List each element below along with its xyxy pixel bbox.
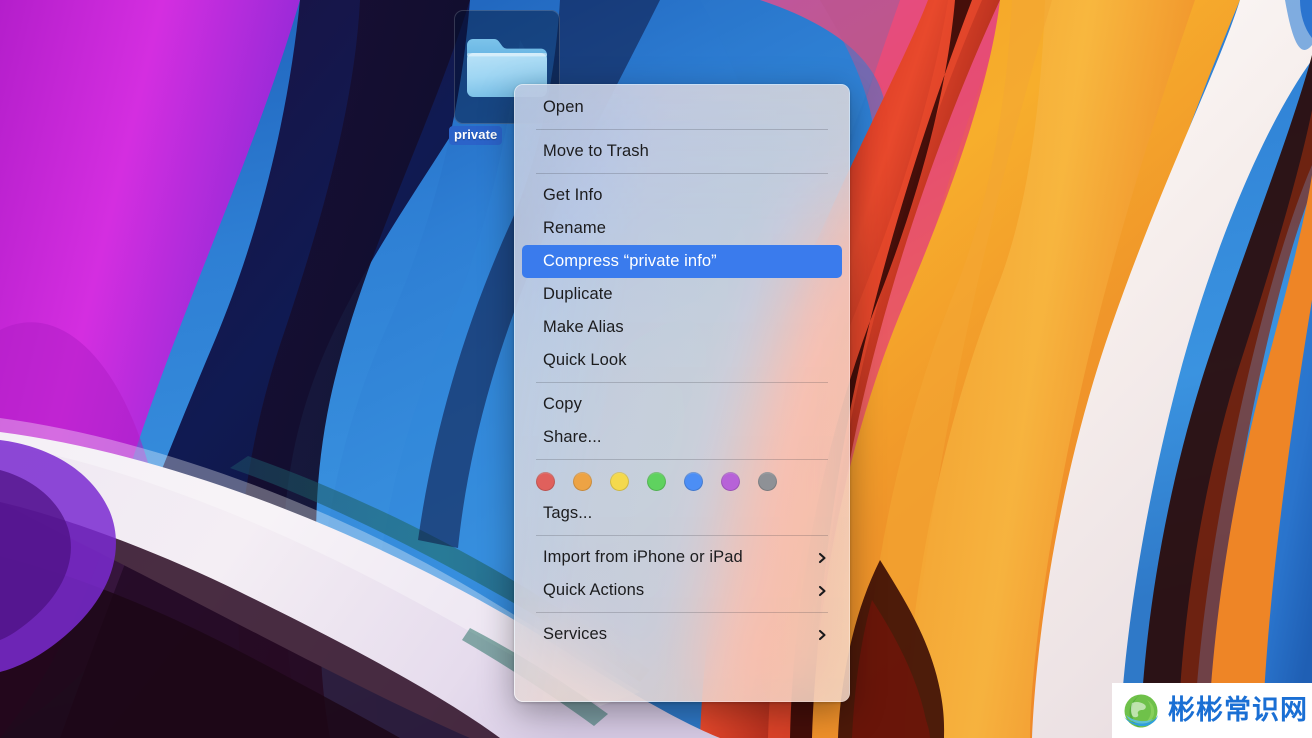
menu-item-label: Compress “private info” (543, 252, 717, 270)
menu-item-compress-private-info[interactable]: Compress “private info” (522, 245, 842, 278)
menu-item-duplicate[interactable]: Duplicate (522, 278, 842, 311)
tag-dot-green[interactable] (647, 471, 666, 491)
tag-dot-gray[interactable] (758, 471, 777, 491)
menu-item-make-alias[interactable]: Make Alias (522, 311, 842, 344)
tag-dot-yellow[interactable] (610, 471, 629, 491)
menu-item-label: Copy (543, 395, 582, 413)
menu-item-label: Share... (543, 428, 602, 446)
menu-item-move-to-trash[interactable]: Move to Trash (522, 135, 842, 168)
menu-separator (536, 129, 828, 130)
menu-item-get-info[interactable]: Get Info (522, 179, 842, 212)
icon-label: private (449, 126, 503, 145)
tag-dot-purple[interactable] (721, 471, 740, 491)
menu-item-import-from-iphone-or-ipad[interactable]: Import from iPhone or iPad (522, 541, 842, 574)
menu-separator (536, 535, 828, 536)
menu-item-label: Tags... (543, 504, 593, 522)
menu-item-label: Get Info (543, 186, 603, 204)
chevron-right-icon (816, 552, 828, 564)
chevron-right-icon (816, 629, 828, 641)
chevron-right-icon (816, 585, 828, 597)
menu-separator (536, 612, 828, 613)
menu-item-quick-look[interactable]: Quick Look (522, 344, 842, 377)
menu-item-label: Services (543, 625, 608, 643)
desktop-screen: private Open Move to Trash Get Info Rename C… (0, 0, 1312, 738)
finder-context-menu[interactable]: Open Move to Trash Get Info Rename Compress … (514, 84, 850, 702)
menu-item-tags[interactable]: Tags... (522, 497, 842, 530)
context-menu-items: Open Move to Trash Get Info Rename Compress … (515, 91, 849, 651)
menu-item-services[interactable]: Services (522, 618, 842, 651)
menu-item-label: Import from iPhone or iPad (543, 548, 743, 566)
menu-item-label: Move to Trash (543, 142, 649, 160)
tag-dot-red[interactable] (536, 471, 555, 491)
menu-item-label: Duplicate (543, 285, 613, 303)
tag-dot-blue[interactable] (684, 471, 703, 491)
menu-item-rename[interactable]: Rename (522, 212, 842, 245)
menu-item-label: Quick Actions (543, 581, 645, 599)
globe-icon (1124, 694, 1158, 727)
watermark-banner: 彬彬常识网 (1112, 683, 1312, 738)
menu-item-label: Open (543, 98, 584, 116)
menu-separator (536, 382, 828, 383)
menu-item-label: Quick Look (543, 351, 627, 369)
menu-separator (536, 459, 828, 460)
menu-item-quick-actions[interactable]: Quick Actions (522, 574, 842, 607)
tag-dot-orange[interactable] (573, 471, 592, 491)
menu-separator (536, 173, 828, 174)
menu-item-label: Rename (543, 219, 606, 237)
menu-item-open[interactable]: Open (522, 91, 842, 124)
watermark-text: 彬彬常识网 (1168, 695, 1308, 726)
tag-color-row[interactable] (515, 465, 849, 497)
menu-item-share[interactable]: Share... (522, 421, 842, 454)
menu-item-label: Make Alias (543, 318, 624, 336)
menu-item-copy[interactable]: Copy (522, 388, 842, 421)
